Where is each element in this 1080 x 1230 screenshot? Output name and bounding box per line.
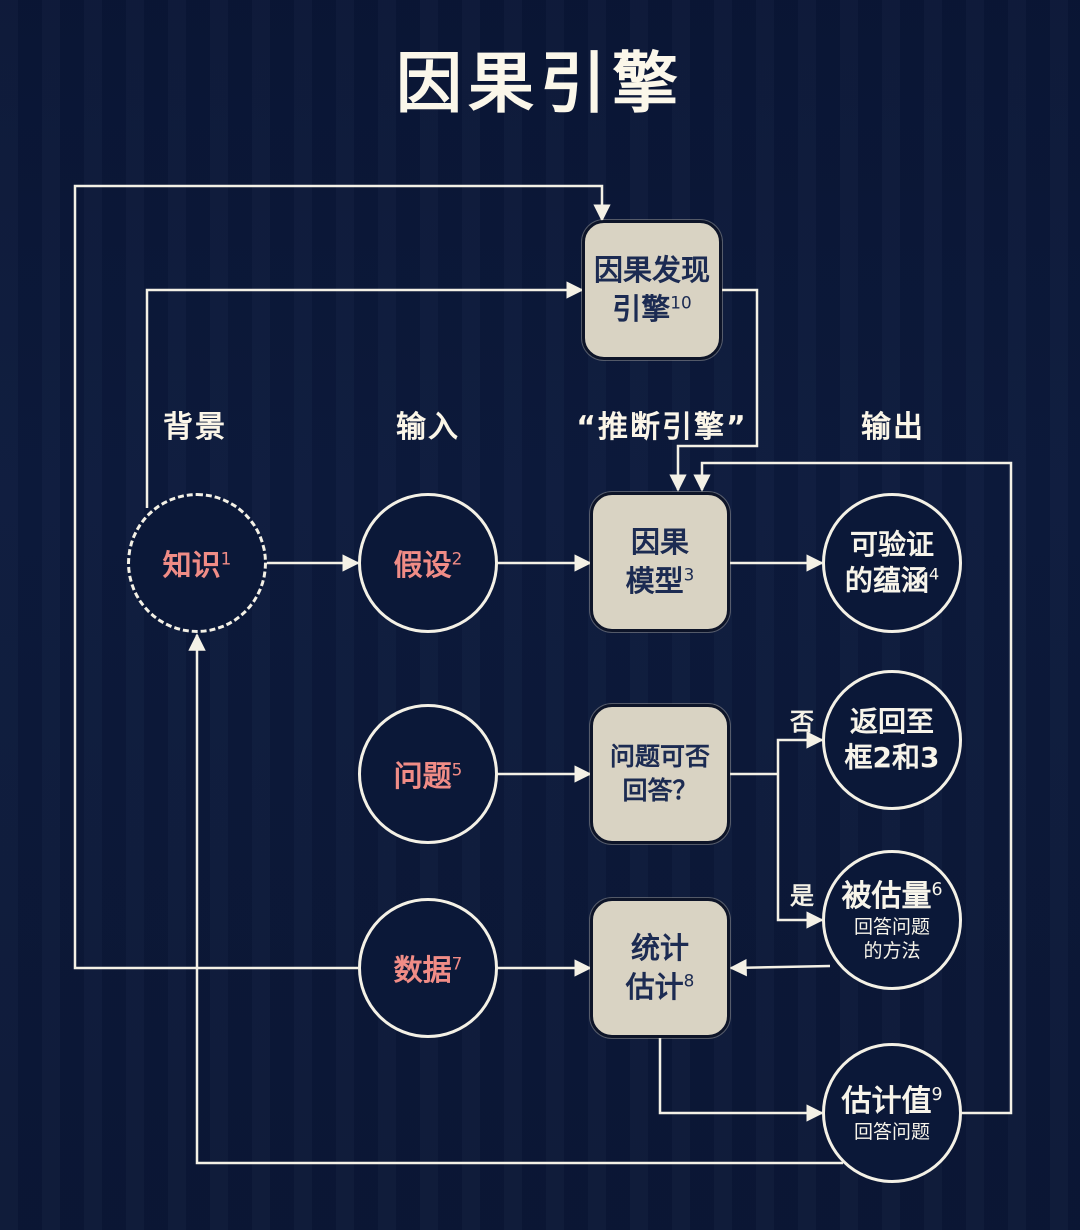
causal-model-line1: 因果 — [630, 524, 689, 559]
column-label-background: 背景 — [163, 410, 227, 445]
estimate-title-wrap: 估计值9 — [841, 1082, 942, 1121]
page-title: 因果引擎 — [396, 45, 684, 122]
edge-knowledge-discovery — [145, 281, 584, 508]
causal-model-line2-wrap: 模型3 — [626, 562, 695, 601]
return-line2: 框2和3 — [844, 741, 940, 774]
discovery-num: 10 — [670, 292, 692, 313]
answerable-line1: 问题可否 — [609, 742, 710, 772]
estimand-sub2: 的方法 — [863, 939, 921, 962]
causal-model-num: 3 — [683, 564, 695, 585]
estimand-title: 被估量 — [841, 878, 932, 914]
discovery-line2: 引擎 — [612, 292, 671, 326]
data-label: 数据 — [393, 953, 452, 987]
estimation-line1: 统计 — [630, 930, 689, 965]
implications-line2-wrap: 的蕴涵4 — [845, 563, 939, 599]
branch-label-yes: 是 — [790, 882, 814, 910]
estimand-num: 6 — [931, 879, 943, 900]
discovery-line2-wrap: 引擎10 — [612, 290, 691, 329]
estimand-title-wrap: 被估量6 — [841, 877, 942, 916]
implications-num: 4 — [928, 564, 940, 584]
knowledge-node: 知识1 — [127, 493, 267, 633]
return-node: 返回至 框2和3 — [822, 670, 962, 810]
column-label-output: 输出 — [861, 410, 925, 445]
edge-estimand-estimation — [729, 958, 831, 977]
answerable-line2: 回答？ — [622, 776, 698, 805]
edge-estimation-estimate — [658, 1038, 824, 1122]
estimation-line2: 估计 — [625, 970, 684, 1004]
assumptions-node: 假设2 — [358, 493, 498, 633]
question-num: 5 — [451, 759, 463, 780]
estimation-line2-wrap: 估计8 — [626, 968, 695, 1007]
estimate-sub: 回答问题 — [853, 1120, 930, 1143]
estimand-node: 被估量6 回答问题 的方法 — [822, 850, 962, 990]
causal-discovery-engine-box: 因果发现 引擎10 — [582, 220, 722, 360]
edge-estimate-knowledge — [188, 633, 843, 1165]
statistical-estimation-box: 统计 估计8 — [590, 898, 730, 1038]
column-label-input: 输入 — [396, 410, 460, 445]
assumptions-num: 2 — [451, 548, 463, 569]
data-node: 数据7 — [358, 898, 498, 1038]
edge-branch-no — [776, 731, 824, 774]
knowledge-label: 知识 — [162, 548, 221, 582]
return-line1: 返回至 — [849, 704, 934, 738]
assumptions-label: 假设 — [393, 548, 452, 582]
estimate-title: 估计值 — [841, 1083, 932, 1119]
implications-line2: 的蕴涵 — [844, 564, 929, 597]
implications-line1: 可验证 — [849, 527, 934, 561]
causal-model-line2: 模型 — [625, 564, 684, 598]
estimate-node: 估计值9 回答问题 — [822, 1043, 962, 1183]
column-label-inference: “推断引擎” — [576, 410, 748, 445]
question-node: 问题5 — [358, 704, 498, 844]
data-num: 7 — [451, 953, 463, 974]
estimation-num: 8 — [683, 970, 695, 991]
estimate-num: 9 — [931, 1084, 943, 1105]
estimand-sub1: 回答问题 — [853, 915, 930, 938]
diagram-canvas: 因果引擎 背景 输入 “推断引擎” 输出 因果发现 引擎10 知识1 假设2 因… — [0, 0, 1080, 1230]
discovery-line1: 因果发现 — [593, 252, 710, 287]
question-text: 问题5 — [394, 753, 463, 795]
branch-label-no: 否 — [790, 708, 814, 736]
question-label: 问题 — [393, 759, 452, 793]
data-text: 数据7 — [394, 947, 463, 989]
testable-implications-node: 可验证 的蕴涵4 — [822, 493, 962, 633]
knowledge-text: 知识1 — [163, 542, 232, 584]
knowledge-num: 1 — [220, 548, 232, 569]
assumptions-text: 假设2 — [394, 542, 463, 584]
causal-model-box: 因果 模型3 — [590, 492, 730, 632]
answerable-question-box: 问题可否 回答？ — [590, 704, 730, 844]
